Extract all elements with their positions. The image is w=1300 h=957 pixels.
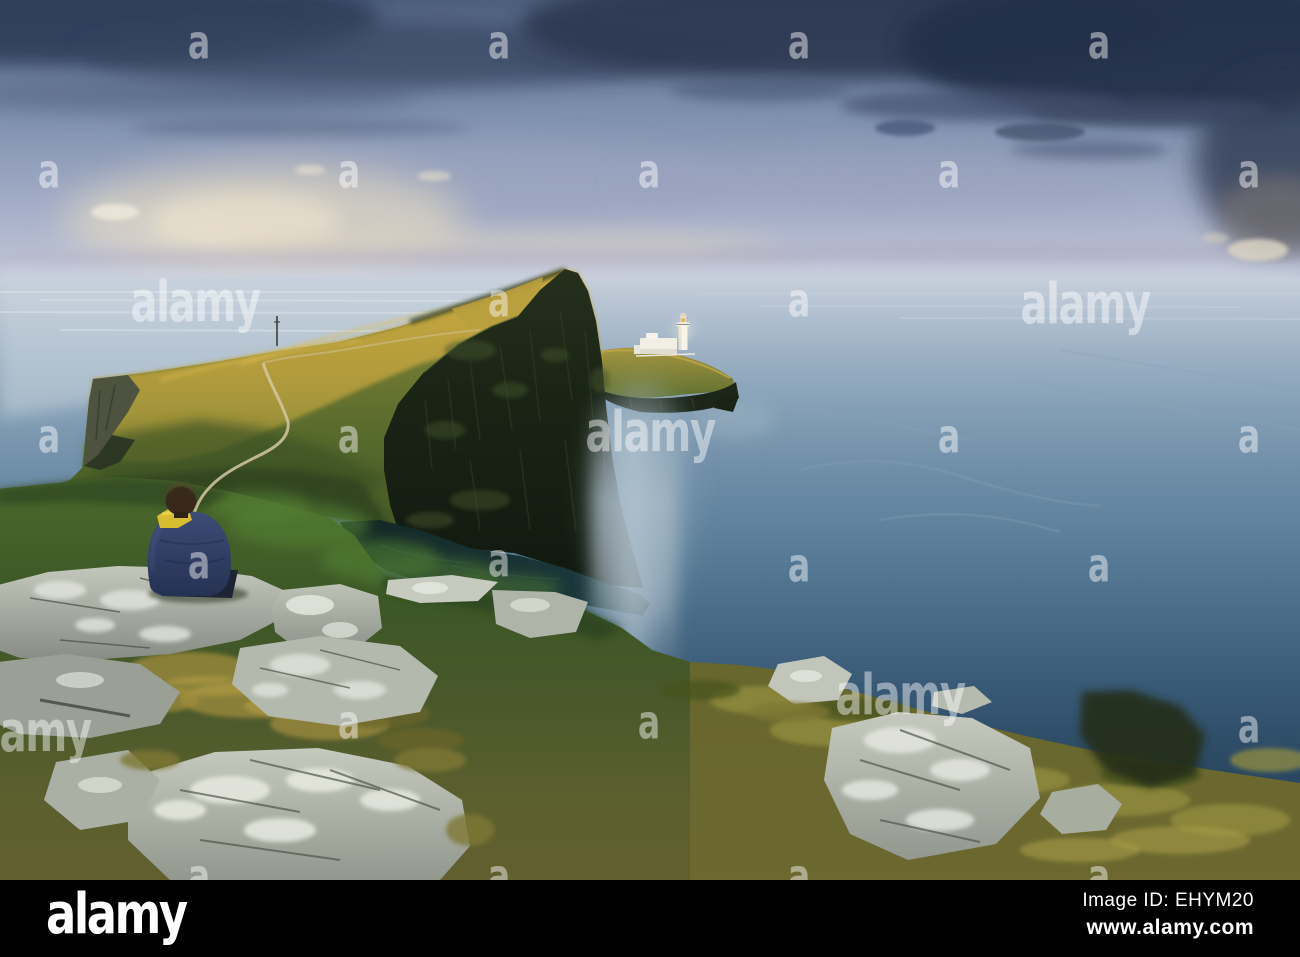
alamy-logo: alamy — [46, 882, 188, 947]
alamy-footer-bar: alamy Image ID: EHYM20 www.alamy.com — [0, 880, 1300, 957]
photo-canvas — [0, 0, 1300, 880]
footer-meta: Image ID: EHYM20 www.alamy.com — [1082, 890, 1254, 940]
image-id-text: Image ID: EHYM20 — [1082, 890, 1254, 911]
sky — [0, 0, 1300, 300]
alamy-url-text: www.alamy.com — [1086, 916, 1254, 939]
stock-photo-page: a a a a a a a a a a a a a a a a a a a a a a a a a a alamy alamy alam… — [0, 0, 1300, 957]
